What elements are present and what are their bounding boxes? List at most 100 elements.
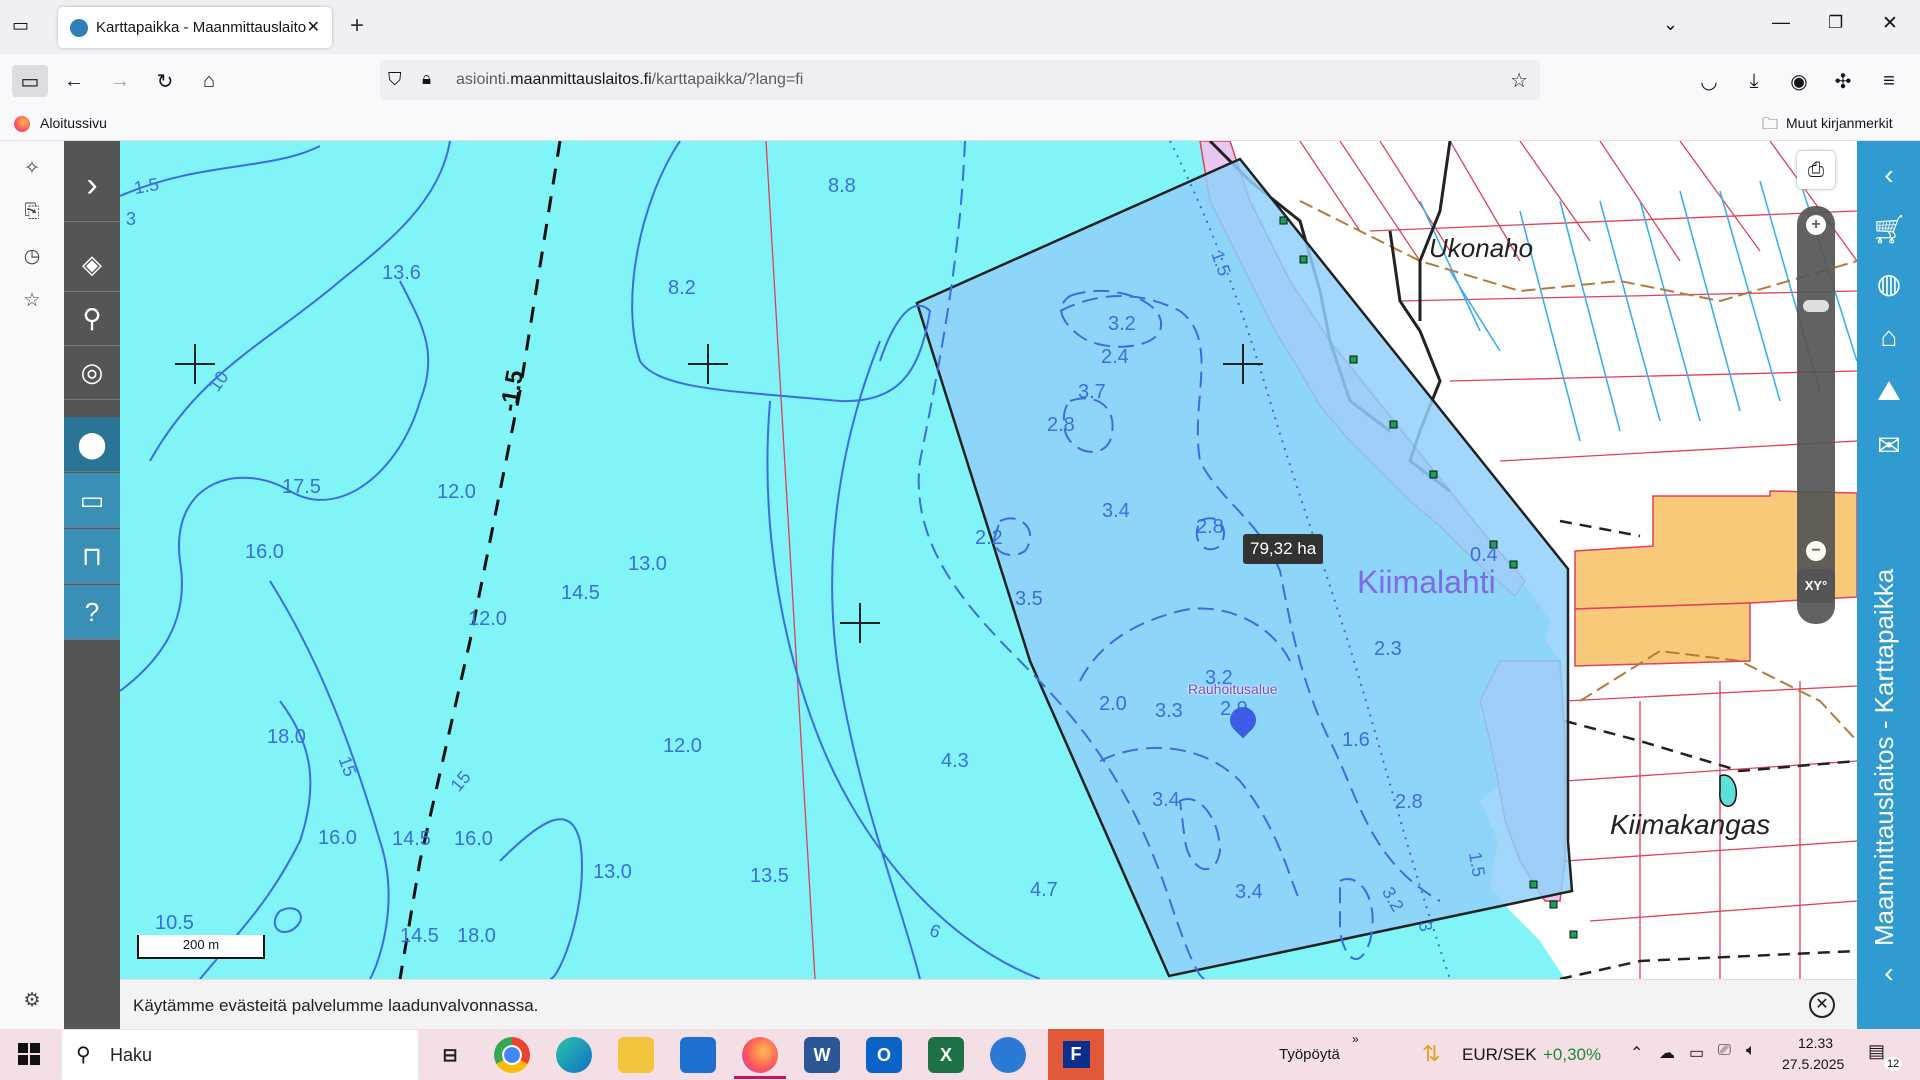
bookmarks-icon[interactable]: ☆: [20, 289, 44, 313]
notification-icon[interactable]: ▤: [1868, 1041, 1885, 1062]
map-toolbar: › ◈ ⚲ ◎ ⬤ ▭ ⊓ ?: [64, 141, 120, 1029]
forward-button[interactable]: →: [104, 65, 136, 97]
xy-button[interactable]: XY°: [1797, 569, 1835, 603]
tracking-shield-icon[interactable]: ⛉: [388, 69, 402, 90]
reload-button[interactable]: ↻: [149, 65, 181, 97]
clock-date[interactable]: 27.5.2025: [1782, 1056, 1844, 1072]
expand-menu-chevron-icon[interactable]: ›: [64, 149, 120, 222]
measure-area-icon[interactable]: ⊓: [64, 529, 120, 584]
depth-label: 13.0: [593, 861, 632, 883]
location-pin-icon[interactable]: ⬤: [64, 417, 120, 472]
folder-icon: 🗀: [1762, 116, 1779, 133]
bookmark-star-icon[interactable]: ☆: [1510, 68, 1528, 93]
windows-start-icon[interactable]: [18, 1043, 40, 1065]
clock-time[interactable]: 12.33: [1798, 1035, 1833, 1051]
tab-overflow-chevron-icon[interactable]: ⌄: [1663, 14, 1678, 35]
file-explorer-icon[interactable]: [618, 1037, 654, 1073]
battery-icon[interactable]: ▭: [1689, 1043, 1704, 1063]
outlook-icon[interactable]: O: [866, 1037, 902, 1073]
collapse-panel-chevron-icon[interactable]: ‹: [1871, 159, 1907, 195]
depth-label: 3.2: [1108, 313, 1136, 335]
depth-label: 2.4: [1101, 346, 1129, 368]
downloads-icon[interactable]: ⤓: [1738, 65, 1770, 97]
store-icon[interactable]: [680, 1037, 716, 1073]
zoom-out-button[interactable]: −: [1806, 541, 1826, 561]
close-window-button[interactable]: ✕: [1882, 12, 1898, 35]
desktop-label[interactable]: Työpöytä: [1279, 1046, 1340, 1063]
firefox-icon[interactable]: [742, 1037, 778, 1073]
currency-change[interactable]: +0,30%: [1543, 1045, 1601, 1065]
taskbar-search[interactable]: ⚲ Haku: [62, 1030, 418, 1080]
search-icon: ⚲: [76, 1044, 91, 1066]
depth-label: 13.0: [628, 553, 667, 575]
bookmark-other[interactable]: Muut kirjanmerkit: [1786, 115, 1893, 131]
close-notice-icon[interactable]: ✕: [1809, 992, 1835, 1018]
onedrive-icon[interactable]: ☁: [1659, 1043, 1675, 1063]
minimize-button[interactable]: —: [1772, 12, 1790, 33]
depth-label: 3.4: [1102, 500, 1130, 522]
volume-icon[interactable]: 🔈︎: [1746, 1042, 1756, 1060]
url-text[interactable]: asiointi.maanmittauslaitos.fi/karttapaik…: [456, 71, 803, 89]
restore-button[interactable]: ❐: [1828, 13, 1843, 33]
chrome-icon[interactable]: [494, 1037, 530, 1073]
place-name-ukonaho: Ukonaho: [1429, 233, 1534, 263]
home-button[interactable]: ⌂: [193, 65, 225, 97]
depth-label: 14.5: [392, 828, 431, 850]
expand-panel-chevron-icon[interactable]: ‹: [1871, 957, 1907, 993]
currency-icon: ⇅: [1422, 1041, 1441, 1066]
depth-label: 8.2: [668, 277, 696, 299]
firefox-sidebar: ✧ ⎘ ◷ ☆ ⚙: [0, 141, 65, 1029]
extensions-icon[interactable]: ✣: [1827, 65, 1859, 97]
history-icon[interactable]: ◷: [20, 245, 44, 269]
close-tab-icon[interactable]: ✕: [307, 17, 320, 37]
browser-tab[interactable]: Karttapaikka - Maanmittauslaitos ✕: [58, 7, 332, 48]
contour-label: 1.5: [1464, 850, 1490, 879]
menu-icon[interactable]: ≡: [1873, 65, 1905, 97]
mail-icon[interactable]: ✉: [1871, 429, 1907, 465]
mail-app-icon[interactable]: [990, 1037, 1026, 1073]
zoom-handle[interactable]: [1803, 300, 1829, 312]
word-icon[interactable]: W: [804, 1037, 840, 1073]
layers-icon[interactable]: ◈: [64, 237, 120, 292]
network-icon[interactable]: ⎚: [1718, 1042, 1731, 1060]
ai-chatbot-icon[interactable]: ✧: [20, 157, 44, 181]
bookmark-home[interactable]: Aloitussivu: [40, 115, 107, 131]
account-icon[interactable]: ◉: [1783, 65, 1815, 97]
home-icon[interactable]: ⌂: [1871, 321, 1907, 357]
zoom-in-button[interactable]: +: [1806, 215, 1826, 235]
depth-label: 14.5: [561, 582, 600, 604]
hide-layers-eye-icon[interactable]: ◎: [64, 345, 120, 400]
search-icon[interactable]: ⚲: [64, 291, 120, 346]
sidebar-settings-icon[interactable]: ⚙: [20, 989, 44, 1013]
excel-icon[interactable]: X: [928, 1037, 964, 1073]
tray-chevron-icon[interactable]: ⌃: [1630, 1043, 1643, 1063]
measure-line-icon[interactable]: ▭: [64, 473, 120, 528]
edge-icon[interactable]: [556, 1037, 592, 1073]
tab-list-icon[interactable]: ▭: [12, 15, 29, 36]
lock-icon[interactable]: 🔒︎: [422, 69, 431, 89]
zoom-slider[interactable]: + − ⌖: [1797, 206, 1835, 624]
desktop-expand-icon[interactable]: »: [1352, 1032, 1359, 1046]
url-bar[interactable]: ⛉ 🔒︎ asiointi.maanmittauslaitos.fi/kartt…: [380, 60, 1540, 100]
depth-label: 13.6: [382, 262, 421, 284]
sidebar-toggle-button[interactable]: ▭: [12, 65, 48, 97]
task-view-icon[interactable]: ⊟: [432, 1037, 468, 1073]
currency-pair[interactable]: EUR/SEK: [1462, 1045, 1537, 1065]
map-view[interactable]: 8.8 13.6 8.2 17.5 12.0 16.0 13.0 14.5 12…: [120, 141, 1857, 979]
help-tool-icon[interactable]: ?: [64, 585, 120, 640]
pocket-icon[interactable]: ◡: [1693, 65, 1725, 97]
depth-label: 3.3: [1155, 700, 1183, 722]
depth-label: 3.5: [1015, 588, 1043, 610]
new-tab-button[interactable]: +: [350, 12, 364, 40]
map-pin-icon[interactable]: ⛰: [1871, 375, 1907, 411]
f-app-icon[interactable]: F: [1048, 1029, 1104, 1080]
depth-label: 12.0: [663, 735, 702, 757]
depth-label: 18.0: [267, 726, 306, 748]
cart-icon[interactable]: 🛒︎: [1871, 213, 1907, 249]
back-button[interactable]: ←: [58, 65, 90, 97]
depth-label: 16.0: [318, 827, 357, 849]
print-button[interactable]: ⎙: [1797, 151, 1835, 189]
scale-label: 200 m: [182, 937, 220, 952]
globe-icon[interactable]: ◍: [1871, 267, 1907, 303]
synced-tabs-icon[interactable]: ⎘: [20, 201, 44, 225]
